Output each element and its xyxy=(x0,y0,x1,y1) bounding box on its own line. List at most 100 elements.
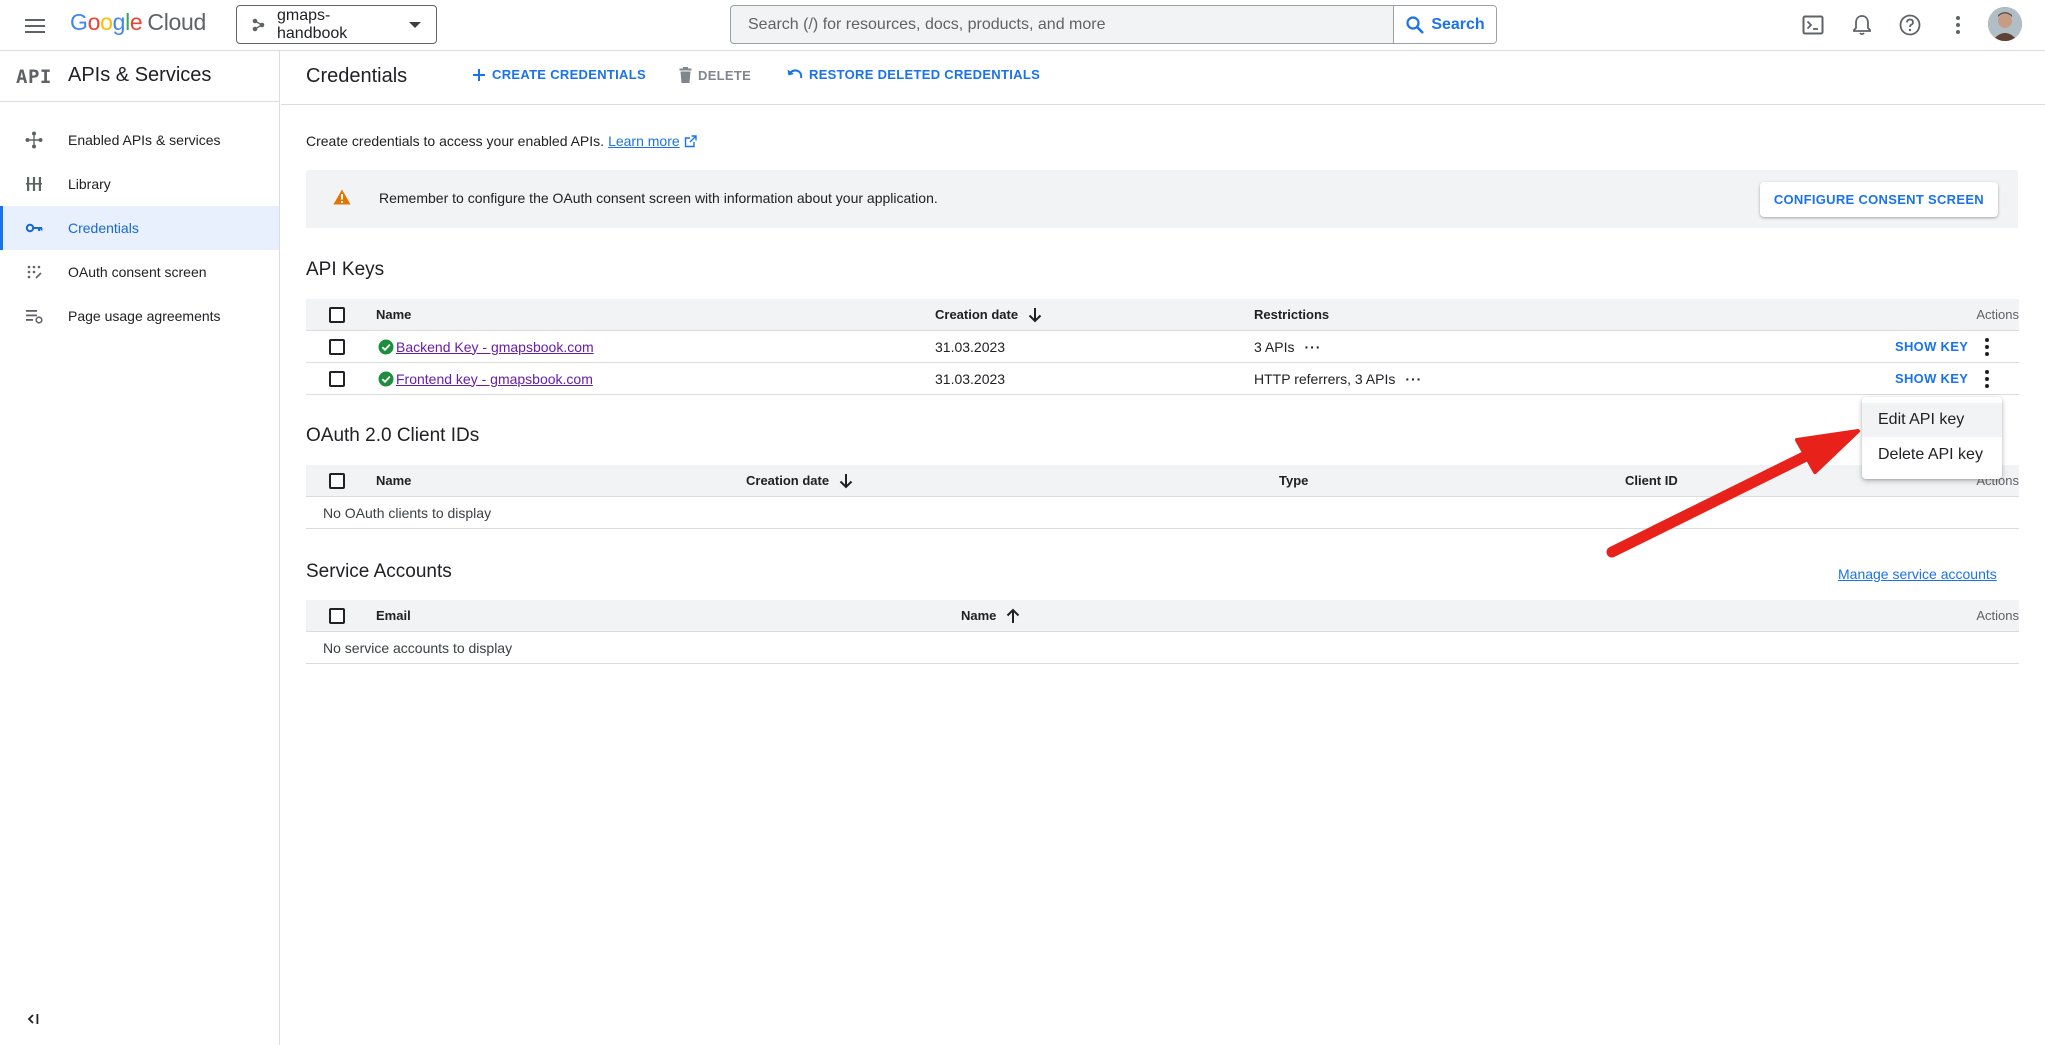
search-input[interactable] xyxy=(731,6,1393,43)
library-icon xyxy=(24,174,44,194)
top-bar: Google Cloud gmaps-handbook Search xyxy=(0,0,2045,51)
select-all-checkbox[interactable] xyxy=(329,473,345,489)
help-icon[interactable] xyxy=(1897,12,1923,38)
restore-deleted-credentials-button[interactable]: RESTORE DELETED CREDENTIALS xyxy=(787,67,1040,82)
empty-row: No OAuth clients to display xyxy=(306,497,2019,529)
oauth-warning-banner: Remember to configure the OAuth consent … xyxy=(306,170,2018,228)
more-vert-icon[interactable] xyxy=(1945,12,1971,38)
column-creation-date[interactable]: Creation date xyxy=(746,465,853,496)
project-selector[interactable]: gmaps-handbook xyxy=(236,5,437,44)
sidebar-item-label: OAuth consent screen xyxy=(68,264,207,280)
api-keys-table: Name Creation date Restrictions Actions … xyxy=(306,299,2019,395)
creation-date: 31.03.2023 xyxy=(935,338,1006,355)
search-bar: Search xyxy=(730,5,1497,44)
api-key-name-link[interactable]: Frontend key - gmapsbook.com xyxy=(396,371,593,387)
sidebar-item-label: Credentials xyxy=(68,220,139,236)
select-all-checkbox[interactable] xyxy=(329,608,345,624)
sidebar-item-page-usage[interactable]: Page usage agreements xyxy=(0,294,279,338)
banner-message: Remember to configure the OAuth consent … xyxy=(379,190,938,206)
sidebar-item-label: Enabled APIs & services xyxy=(68,132,221,148)
column-name[interactable]: Name xyxy=(961,600,1020,631)
trash-icon xyxy=(679,67,692,83)
select-all-checkbox[interactable] xyxy=(329,307,345,323)
check-circle-icon xyxy=(378,371,394,387)
google-cloud-logo[interactable]: Google Cloud xyxy=(70,9,206,36)
restrictions-value: HTTP referrers, 3 APIs xyxy=(1254,370,1396,387)
sidebar-item-label: Page usage agreements xyxy=(68,308,221,324)
menu-icon[interactable] xyxy=(22,13,48,39)
configure-consent-screen-button[interactable]: CONFIGURE CONSENT SCREEN xyxy=(1759,182,1998,217)
column-creation-date[interactable]: Creation date xyxy=(935,299,1042,330)
table-header: Email Name Actions xyxy=(306,600,2019,632)
creation-date: 31.03.2023 xyxy=(935,370,1006,387)
intro-message: Create credentials to access your enable… xyxy=(306,133,605,149)
sidebar-item-enabled-apis[interactable]: Enabled APIs & services xyxy=(0,118,279,162)
column-name: Name xyxy=(376,473,412,488)
api-logo-icon: API xyxy=(16,66,52,88)
table-row: Backend Key - gmapsbook.com 31.03.2023 3… xyxy=(306,331,2019,363)
sidebar-title: APIs & Services xyxy=(68,64,212,86)
intro-text: Create credentials to access your enable… xyxy=(306,133,697,149)
column-actions: Actions xyxy=(1976,608,2019,623)
create-credentials-button[interactable]: CREATE CREDENTIALS xyxy=(472,67,646,82)
enabled-apis-icon xyxy=(24,130,44,150)
row-more-vert-icon[interactable] xyxy=(1984,363,1990,394)
key-icon xyxy=(24,218,44,238)
search-button-label: Search xyxy=(1431,15,1485,33)
row-checkbox[interactable] xyxy=(329,339,345,355)
page-title: Credentials xyxy=(306,65,408,87)
sort-up-arrow-icon xyxy=(1006,608,1020,624)
page-header: Credentials CREATE CREDENTIALS DELETE RE… xyxy=(281,51,2045,105)
project-icon xyxy=(251,17,267,33)
edit-api-key-menu-item[interactable]: Edit API key xyxy=(1862,403,2002,437)
row-more-vert-icon[interactable] xyxy=(1984,331,1990,362)
restrictions-value: 3 APIs xyxy=(1254,338,1295,355)
bell-icon[interactable] xyxy=(1849,12,1875,38)
sort-down-arrow-icon xyxy=(1028,307,1042,323)
column-type: Type xyxy=(1279,473,1309,488)
sidebar-item-library[interactable]: Library xyxy=(0,162,279,206)
sidebar-item-credentials[interactable]: Credentials xyxy=(0,206,279,250)
sidebar: API APIs & Services Enabled APIs & servi… xyxy=(0,51,280,1045)
show-key-button[interactable]: SHOW KEY xyxy=(1895,331,1968,362)
api-key-name-link[interactable]: Backend Key - gmapsbook.com xyxy=(396,339,594,355)
api-key-context-menu: Edit API key Delete API key xyxy=(1862,397,2002,479)
sort-down-arrow-icon xyxy=(839,473,853,489)
search-button[interactable]: Search xyxy=(1393,6,1496,43)
empty-message: No service accounts to display xyxy=(323,639,513,656)
delete-api-key-menu-item[interactable]: Delete API key xyxy=(1862,438,2002,472)
agreements-icon xyxy=(24,306,44,326)
api-keys-title: API Keys xyxy=(306,259,385,280)
column-restrictions: Restrictions xyxy=(1254,307,1330,322)
warning-icon xyxy=(333,189,351,205)
service-accounts-table: Email Name Actions No service accounts t… xyxy=(306,600,2019,664)
show-key-button[interactable]: SHOW KEY xyxy=(1895,363,1968,394)
learn-more-link[interactable]: Learn more xyxy=(608,133,680,149)
more-horiz-icon[interactable]: ··· xyxy=(1405,371,1422,387)
manage-service-accounts-link[interactable]: Manage service accounts xyxy=(1838,566,1997,582)
terminal-icon[interactable] xyxy=(1800,12,1826,38)
more-horiz-icon[interactable]: ··· xyxy=(1304,339,1321,355)
service-accounts-title: Service Accounts xyxy=(306,561,452,582)
caret-down-icon xyxy=(408,21,422,29)
oauth-icon xyxy=(24,262,44,282)
column-email: Email xyxy=(376,608,411,623)
delete-button[interactable]: DELETE xyxy=(679,67,751,83)
oauth-table: Name Creation date Type Client ID Action… xyxy=(306,465,2019,529)
check-circle-icon xyxy=(378,339,394,355)
sidebar-item-oauth-consent[interactable]: OAuth consent screen xyxy=(0,250,279,294)
row-checkbox[interactable] xyxy=(329,371,345,387)
avatar[interactable] xyxy=(1988,7,2022,41)
external-link-icon[interactable] xyxy=(684,134,697,148)
collapse-sidebar-icon[interactable] xyxy=(24,1009,44,1029)
column-name: Name xyxy=(376,307,412,322)
column-actions: Actions xyxy=(1976,307,2019,322)
oauth-title: OAuth 2.0 Client IDs xyxy=(306,425,480,446)
empty-message: No OAuth clients to display xyxy=(323,504,492,521)
table-row: Frontend key - gmapsbook.com 31.03.2023 … xyxy=(306,363,2019,395)
undo-icon xyxy=(787,68,803,82)
plus-icon xyxy=(472,68,486,82)
table-header: Name Creation date Type Client ID Action… xyxy=(306,465,2019,497)
empty-row: No service accounts to display xyxy=(306,632,2019,664)
search-icon xyxy=(1405,15,1425,35)
